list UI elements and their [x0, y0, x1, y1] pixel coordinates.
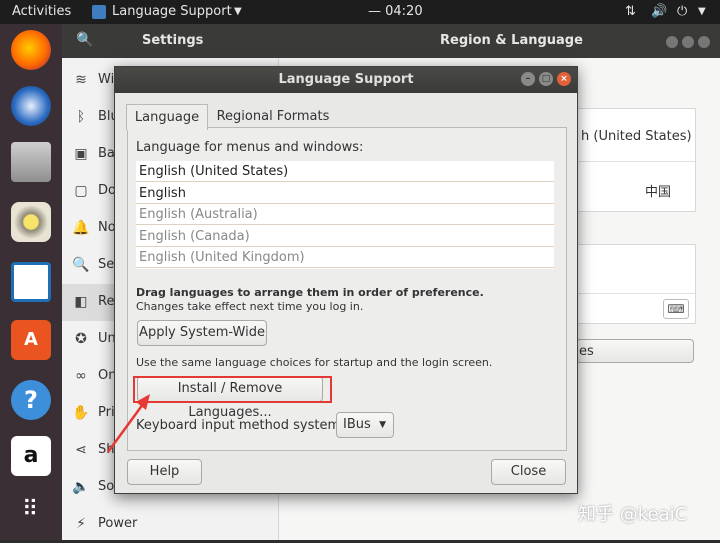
privacy-icon: ✋	[72, 405, 90, 421]
notifications-icon: 🔔	[72, 220, 90, 236]
close-icon[interactable]	[698, 36, 710, 48]
power-icon: ⚡	[76, 516, 86, 532]
language-panel: h (United States) 中国	[576, 108, 696, 212]
dock: A ? a ⠿	[0, 24, 62, 540]
activities-button[interactable]: Activities	[12, 4, 71, 19]
app-icon	[92, 5, 106, 19]
files-icon[interactable]	[11, 142, 51, 182]
sidebar-item-label: Se	[98, 257, 115, 272]
help-icon[interactable]: ?	[11, 380, 51, 420]
tab-language[interactable]: Language	[126, 104, 208, 130]
close-button[interactable]: Close	[491, 459, 566, 485]
maximize-icon[interactable]	[682, 36, 694, 48]
app-menu-arrow-icon[interactable]: ▼	[234, 6, 242, 17]
language-support-dialog: Language Support – □ × Language Regional…	[114, 66, 578, 494]
sidebar-item-label: Re	[98, 294, 115, 309]
manage-installed-languages-button[interactable]: es	[576, 339, 694, 363]
wifi-icon: ≋	[75, 72, 87, 88]
firefox-icon[interactable]	[11, 30, 51, 70]
sharing-icon: ⋖	[75, 442, 87, 458]
keyboard-input-label: Keyboard input method system:	[136, 418, 345, 433]
sidebar-item-label: Ba	[98, 146, 115, 161]
list-item[interactable]: English	[136, 183, 554, 204]
sidebar-item-label: Power	[98, 516, 138, 531]
drag-hint: Drag languages to arrange them in order …	[136, 286, 484, 299]
keyboard-input-select[interactable]: IBus ▼	[336, 412, 394, 438]
list-item[interactable]: English (United States)	[136, 161, 554, 182]
change-hint: Changes take effect next time you log in…	[136, 300, 364, 313]
search-icon[interactable]: 🔍	[76, 32, 93, 48]
sidebar-item-label: So	[98, 479, 115, 494]
search-icon: 🔍	[72, 257, 90, 273]
software-center-icon[interactable]: A	[11, 320, 51, 360]
bluetooth-icon: ᛒ	[76, 109, 86, 125]
amazon-icon[interactable]: a	[11, 436, 51, 476]
dialog-title: Language Support	[278, 72, 414, 87]
watermark: 知乎 @keaiC	[578, 504, 688, 525]
libreoffice-writer-icon[interactable]	[11, 262, 51, 302]
list-item[interactable]: English (Australia)	[136, 204, 554, 226]
dropdown-arrow-icon: ▼	[379, 420, 386, 430]
keyboard-input-value: IBus	[343, 417, 371, 432]
settings-title: Settings	[142, 33, 204, 48]
dialog-titlebar: Language Support – □ ×	[115, 67, 577, 93]
clock[interactable]: — 04:20	[368, 4, 423, 19]
thunderbird-icon[interactable]	[11, 86, 51, 126]
minimize-icon[interactable]: –	[521, 72, 535, 86]
region-icon: ◧	[74, 294, 88, 310]
panel-title: Region & Language	[440, 33, 583, 48]
sound-icon: 🔈	[72, 479, 90, 495]
highlight-box	[133, 376, 332, 403]
top-bar: Activities Language Support ▼ — 04:20 ⇅ …	[0, 0, 720, 24]
rhythmbox-icon[interactable]	[11, 202, 51, 242]
annotation-arrow-icon	[106, 394, 150, 453]
volume-icon[interactable]: 🔊	[651, 4, 667, 19]
language-value[interactable]: h (United States)	[581, 129, 692, 144]
help-button[interactable]: Help	[127, 459, 202, 485]
apply-hint: Use the same language choices for startu…	[136, 356, 493, 369]
apply-system-wide-button[interactable]: Apply System-Wide	[137, 320, 267, 346]
system-menu-arrow-icon[interactable]: ▼	[698, 6, 706, 17]
sidebar-item-label: Wi	[98, 72, 115, 87]
power-icon[interactable]: ⏻	[677, 4, 687, 19]
language-list[interactable]: English (United States) English English (A…	[136, 161, 554, 269]
input-sources-panel: ⌨	[576, 244, 696, 324]
formats-value[interactable]: 中国	[645, 181, 671, 200]
app-menu[interactable]: Language Support	[112, 4, 232, 19]
list-item[interactable]: English (United Kingdom)	[136, 247, 554, 269]
settings-header: 🔍 Settings Region & Language	[62, 24, 720, 58]
list-item[interactable]: English (Canada)	[136, 226, 554, 247]
dock-icon: ▢	[74, 183, 88, 199]
universal-access-icon: ✪	[75, 331, 87, 347]
background-icon: ▣	[74, 146, 88, 162]
section-label: Language for menus and windows:	[136, 140, 364, 155]
minimize-icon[interactable]	[666, 36, 678, 48]
maximize-icon[interactable]: □	[539, 72, 553, 86]
keyboard-icon[interactable]: ⌨	[663, 299, 689, 319]
sidebar-item-power[interactable]: ⚡ Power	[62, 506, 279, 543]
network-icon[interactable]: ⇅	[625, 4, 636, 19]
close-icon[interactable]: ×	[557, 72, 571, 86]
show-apps-icon[interactable]: ⠿	[11, 492, 51, 532]
online-accounts-icon: ∞	[75, 368, 87, 384]
